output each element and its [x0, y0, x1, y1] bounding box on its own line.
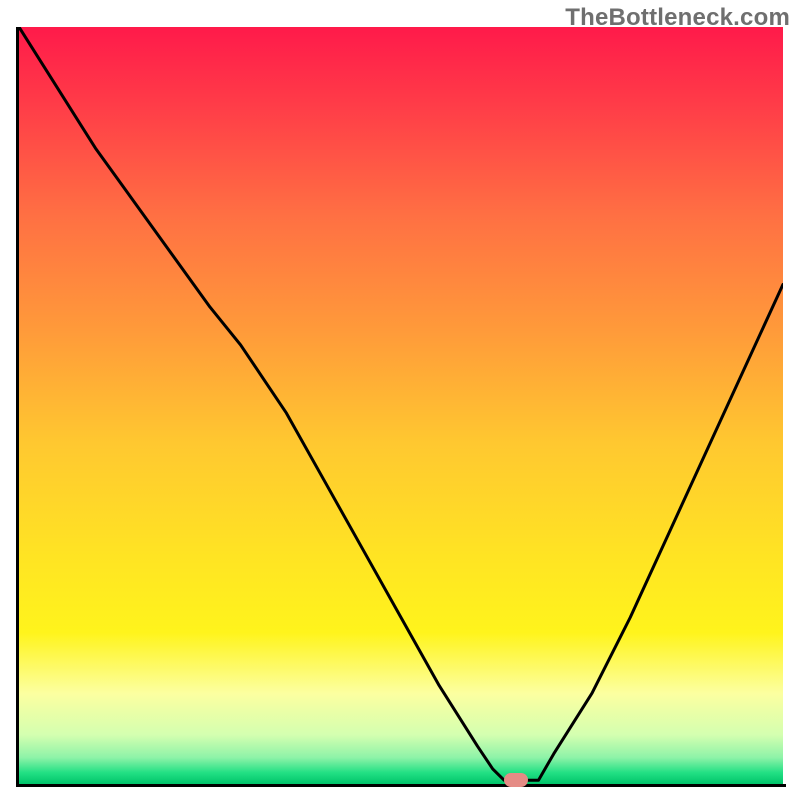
x-axis-line — [16, 784, 786, 787]
plot-area — [19, 27, 783, 784]
chart-svg — [19, 27, 783, 784]
optimum-marker — [504, 773, 528, 787]
y-axis-line — [16, 27, 19, 787]
gradient-background — [19, 27, 783, 784]
watermark-text: TheBottleneck.com — [565, 4, 790, 32]
chart-container: TheBottleneck.com — [0, 0, 800, 800]
